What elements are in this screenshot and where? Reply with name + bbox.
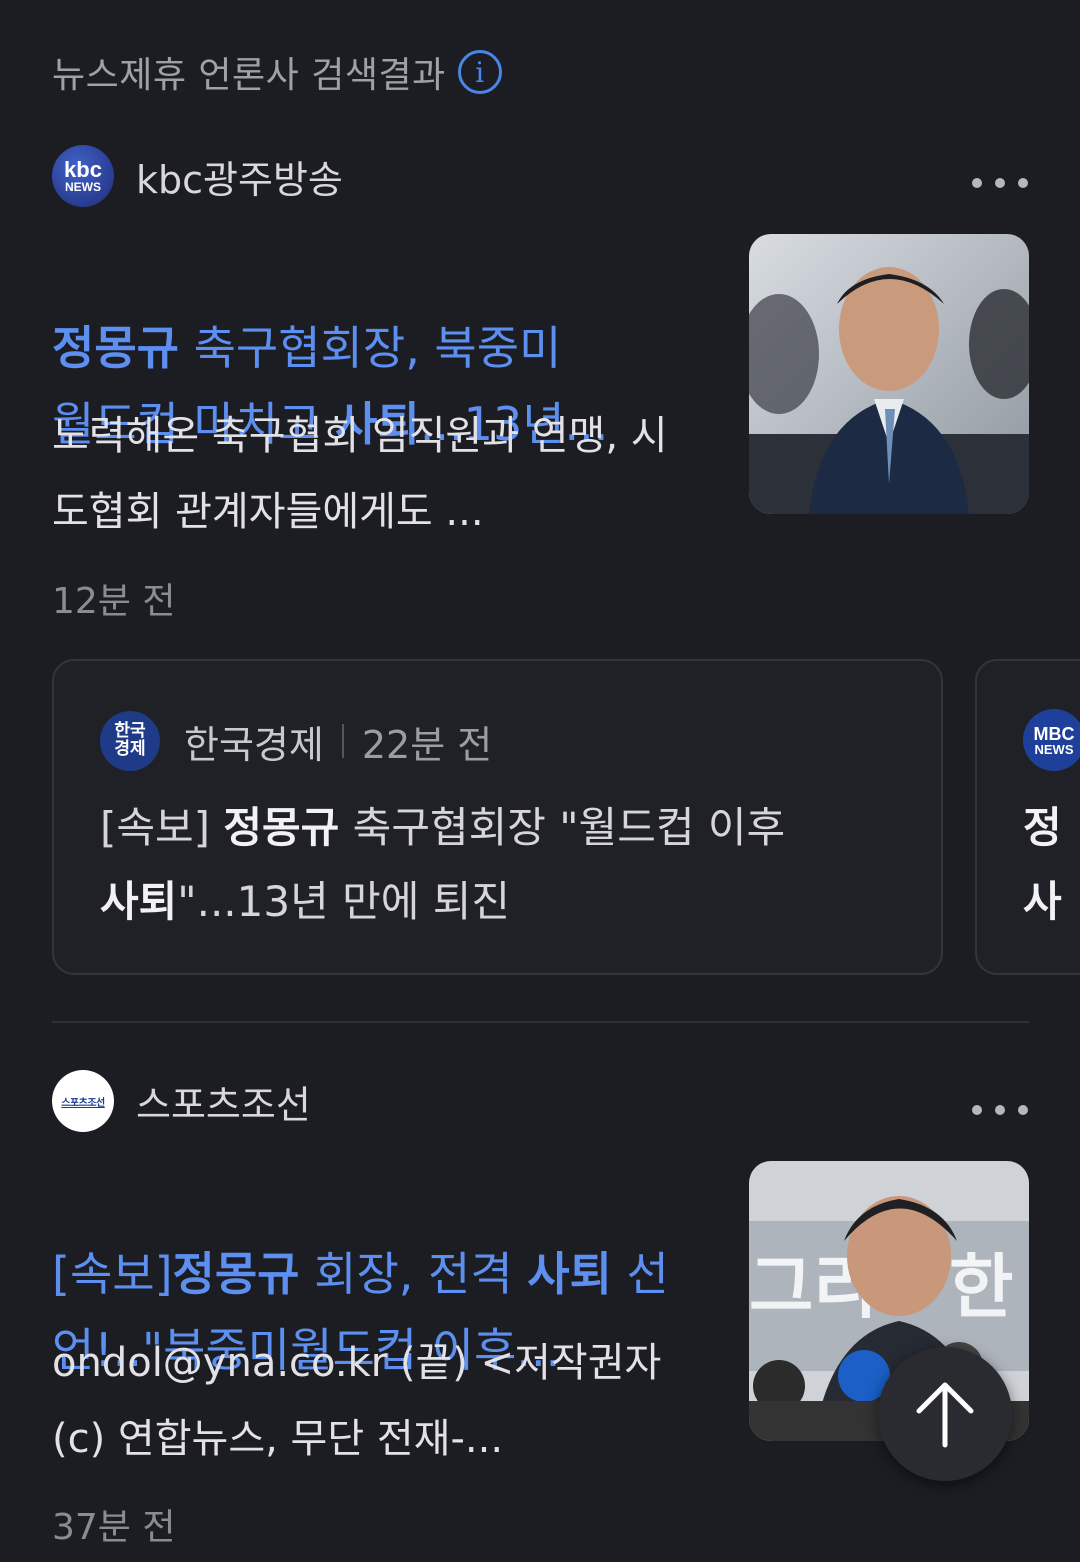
press-row-kbc[interactable]: kbc NEWS kbc광주방송 [52, 144, 343, 208]
arrow-up-icon [916, 1382, 974, 1448]
card-press-name: 한국경제 [184, 722, 324, 767]
card-time: 22분 전 [361, 722, 493, 767]
article-thumbnail[interactable] [749, 234, 1029, 514]
article-snippet: ondol@yna.co.kr (끝) <저작권자(c) 연합뉴스, 무단 전재… [52, 1340, 662, 1462]
kbc-logo: kbc NEWS [52, 145, 114, 207]
section-title: 뉴스제휴 언론사 검색결과 [52, 55, 446, 96]
card-press: 한국 경제 한국경제 22분 전 [100, 709, 492, 773]
sportschosun-logo: 스포츠조선 [52, 1070, 114, 1132]
article-snippet: 노력해온 축구협회 임직원과 연맹, 시도협회 관계자들에게도 ... [52, 413, 668, 535]
related-article-card-mbc[interactable]: MBC NEWS 정사 [975, 659, 1080, 975]
more-options-button[interactable] [972, 168, 1028, 198]
press-name: kbc광주방송 [136, 157, 343, 202]
article-time: 37분 전 [52, 1507, 176, 1548]
press-row-sportschosun[interactable]: 스포츠조선 스포츠조선 [52, 1069, 311, 1133]
svg-text:한: 한 [949, 1246, 1013, 1328]
card-title: [속보] 정몽규 축구협회장 "월드컵 이후 사퇴"...13년 만에 퇴진 [100, 803, 786, 926]
related-article-card[interactable]: 한국 경제 한국경제 22분 전 [속보] 정몽규 축구협회장 "월드컵 이후 … [52, 659, 943, 975]
press-name: 스포츠조선 [136, 1082, 311, 1127]
section-header: 뉴스제휴 언론사 검색결과 i [52, 44, 502, 100]
hankyung-logo: 한국 경제 [100, 711, 160, 771]
info-icon[interactable]: i [457, 50, 502, 94]
scroll-top-button[interactable] [878, 1347, 1012, 1481]
article-time: 12분 전 [52, 581, 176, 622]
divider [52, 1021, 1029, 1023]
more-options-button[interactable] [972, 1095, 1028, 1125]
separator [341, 724, 344, 758]
card-title-partial: 정사 [1023, 803, 1062, 926]
mbc-logo: MBC NEWS [1023, 709, 1080, 771]
